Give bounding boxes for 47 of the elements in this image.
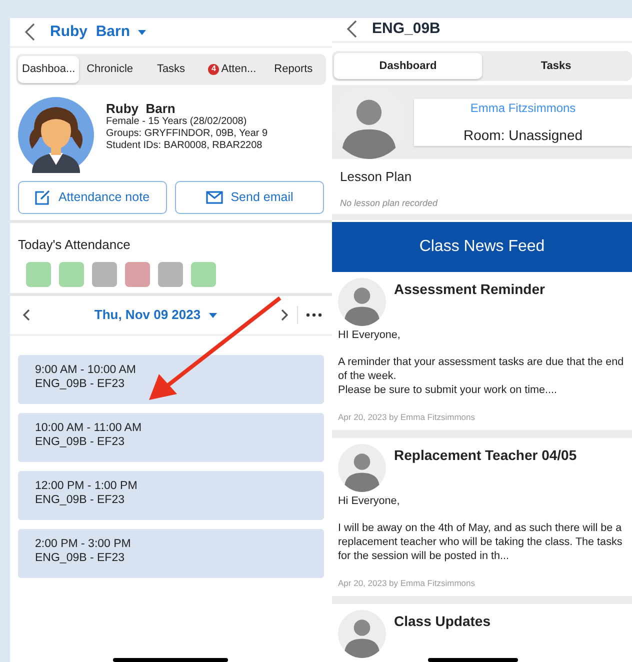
chevron-right-icon[interactable] (281, 309, 289, 321)
post-title: Replacement Teacher 04/05 (394, 448, 577, 464)
tab[interactable]: Tasks (140, 56, 202, 82)
screen-title: ENG_09B (372, 19, 440, 39)
empty-note: No lesson plan recorded (340, 196, 439, 210)
tab[interactable]: Dashboa... (18, 56, 80, 82)
profile-detail: Student IDs: BAR0008, RBAR2208 (106, 140, 264, 152)
tab[interactable]: Tasks (482, 52, 630, 79)
post-title: Class Updates (394, 614, 490, 630)
person-silhouette-icon (338, 610, 386, 658)
tab[interactable]: Reports (262, 56, 324, 82)
lesson-card[interactable]: 10:00 AM - 11:00 AM ENG_09B - EF23 (18, 413, 324, 462)
person-silhouette-icon (338, 444, 386, 492)
post-meta: Apr 20, 2023 by Emma Fitzsimmons (338, 411, 476, 424)
feed-header: Class News Feed (332, 222, 632, 272)
caret-icon (208, 312, 217, 318)
email-icon (206, 190, 223, 204)
profile-detail: Groups: GRYFFINDOR, 09B, Year 9 (106, 128, 268, 140)
caret-icon (138, 30, 146, 34)
back-icon[interactable] (24, 23, 36, 41)
post-meta: Apr 20, 2023 by Emma Fitzsimmons (338, 577, 476, 590)
person-silhouette-icon (338, 278, 386, 326)
student-name: Ruby Barn (106, 100, 176, 116)
post-title: Assessment Reminder (394, 282, 545, 298)
count-badge: 4 (208, 64, 220, 75)
date-dropdown[interactable]: Thu, Nov 09 2023 (94, 305, 217, 325)
tab[interactable]: 4 Atten... (202, 56, 263, 82)
post-paragraph: I will be away on the 4th of May, and as such there will be a replacement teacher who will be taking the class. The tasks for the session will be posted in th... (338, 520, 624, 563)
profile-detail: Female - 15 Years (28/02/2008) (106, 116, 248, 128)
student-name-dropdown[interactable]: Ruby Barn (50, 20, 146, 44)
post-paragraph: Hi Everyone, (338, 494, 401, 508)
section-title: Today's Attendance (18, 236, 132, 254)
section-title: Lesson Plan (340, 168, 413, 186)
post-paragraph: A reminder that your assessment tasks are due that the end of the week. Please be sure to submit your work on time.... (338, 355, 624, 398)
lesson-card[interactable]: 9:00 AM - 10:00 AM ENG_09B - EF23 (18, 355, 324, 404)
send-email-button[interactable]: Send email (175, 180, 324, 214)
chevron-left-icon[interactable] (22, 309, 30, 321)
back-icon[interactable] (346, 20, 358, 38)
post-paragraph: HI Everyone, (338, 328, 402, 342)
lesson-card[interactable]: 2:00 PM - 3:00 PM ENG_09B - EF23 (18, 529, 324, 578)
more-icon[interactable] (306, 313, 322, 317)
attendance-note-button[interactable]: Attendance note (18, 180, 167, 214)
edit-icon (35, 190, 50, 204)
lesson-card[interactable]: 12:00 PM - 1:00 PM ENG_09B - EF23 (18, 471, 324, 520)
tab[interactable]: Dashboard (334, 52, 482, 79)
room-label: Room: Unassigned (463, 126, 583, 145)
tab[interactable]: Chronicle (79, 56, 140, 82)
